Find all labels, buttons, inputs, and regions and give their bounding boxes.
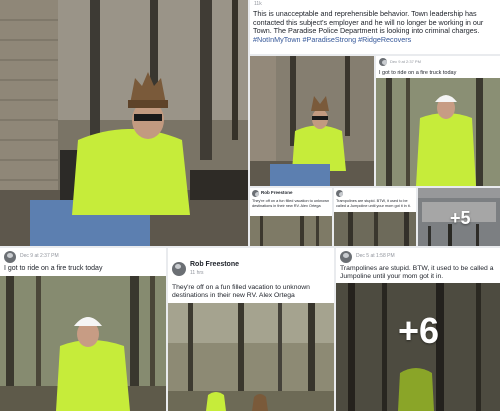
post-text: Trampolines are stupid. BTW, it used to … (336, 199, 411, 208)
fire-truck-photo-image (0, 276, 166, 411)
more-photos-count: +6 (398, 310, 440, 351)
avatar (379, 58, 387, 66)
post-hashtags[interactable]: #NotInMyTown #ParadiseStrong #RidgeRecov… (253, 35, 411, 44)
post-text: They're off on a fun filled vacation to … (172, 284, 310, 300)
avatar (252, 190, 259, 197)
more-photos-tile-a[interactable]: +5 (418, 188, 500, 246)
likes-count: 11k (254, 1, 262, 7)
main-photo[interactable] (0, 0, 248, 246)
post-time: Dec 9 at 2:37 PM (390, 59, 421, 64)
post-text: I got to ride on a fire truck today (379, 70, 457, 76)
post-body: This is unacceptable and reprehensible b… (253, 9, 499, 45)
post-text: They're off on a fun filled vacation to … (252, 199, 330, 208)
avatar (340, 251, 352, 263)
main-photo-image (0, 0, 248, 246)
post-text: I got to ride on a fire truck today (4, 265, 103, 272)
post-fire-truck[interactable]: Dec 9 at 2:37 PM I got to ride on a fire… (0, 248, 166, 411)
post-trampoline[interactable]: Dec 5 at 1:58 PM Trampolines are stupid.… (336, 248, 500, 411)
post-rv[interactable]: Rob Freestone 11 hrs They're off on a fu… (168, 248, 334, 411)
avatar (336, 190, 343, 197)
post-time: Dec 9 at 2:37 PM (20, 253, 59, 259)
photo-collage: 11k This is unacceptable and reprehensib… (0, 0, 500, 411)
post-text: Trampolines are stupid. BTW, it used to … (340, 265, 494, 281)
post-author[interactable]: Rob Freestone (261, 190, 293, 195)
fire-truck-photo-image (376, 78, 500, 186)
avatar (172, 262, 186, 276)
post-time: Dec 5 at 1:58 PM (356, 253, 395, 259)
thumb-chair-photo[interactable] (250, 56, 374, 186)
avatar (4, 251, 16, 263)
thumb-rv-post[interactable]: Rob Freestone They're off on a fun fille… (250, 188, 332, 246)
thumb-fire-truck-post[interactable]: Dec 9 at 2:37 PM I got to ride on a fire… (376, 56, 500, 186)
post-author[interactable]: Rob Freestone (190, 261, 239, 268)
rv-photo-image (168, 303, 334, 411)
thumb-trampoline-post[interactable]: Trampolines are stupid. BTW, it used to … (334, 188, 416, 246)
trampoline-photo-image (334, 212, 416, 246)
more-photos-count: +5 (450, 208, 471, 228)
rv-photo-image (250, 216, 332, 246)
post-text: This is unacceptable and reprehensible b… (253, 9, 484, 36)
post-time: 11 hrs (190, 270, 204, 276)
post-town-statement[interactable]: 11k This is unacceptable and reprehensib… (250, 0, 500, 54)
chair-photo-image (250, 56, 374, 186)
